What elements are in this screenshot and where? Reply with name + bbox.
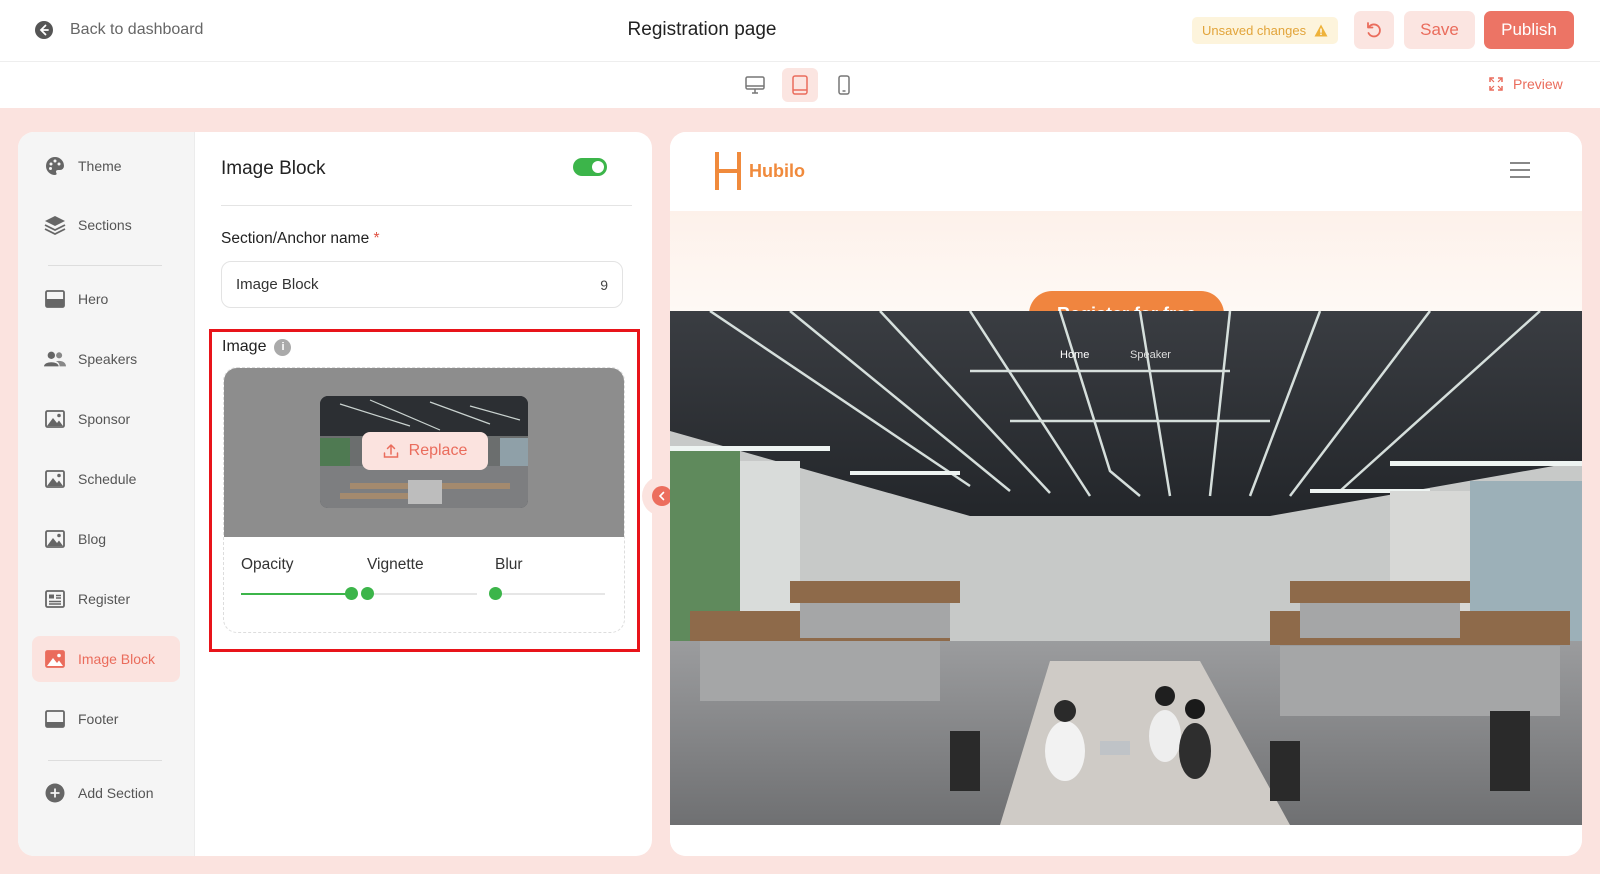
chevron-left-circle (652, 486, 672, 506)
sidebar-item-label: Blog (78, 531, 107, 547)
section-sidebar: Theme Sections Hero Speakers Sponsor Sch… (18, 132, 195, 856)
image-label-text: Image (222, 338, 267, 355)
sidebar-item-speakers[interactable]: Speakers (32, 336, 180, 382)
page-preview: Hubilo Register for free (670, 132, 1582, 856)
replace-label: Replace (408, 442, 468, 459)
sidebar-divider (48, 265, 162, 266)
image-icon (44, 408, 66, 430)
anchor-name-label: Section/Anchor name * (221, 230, 380, 248)
character-count: 9 (600, 276, 608, 293)
sidebar-item-footer[interactable]: Footer (32, 696, 180, 742)
top-bar: Back to dashboard Registration page Unsa… (0, 0, 1600, 62)
anchor-name-field[interactable]: 9 (221, 261, 623, 308)
publish-button[interactable]: Publish (1484, 11, 1574, 49)
blur-slider-track (495, 593, 605, 595)
hero-section: Register for free (670, 211, 1582, 337)
sidebar-item-label: Theme (78, 158, 122, 174)
tablet-view-button[interactable] (782, 68, 818, 102)
anchor-name-input[interactable] (236, 276, 556, 293)
required-mark: * (373, 230, 380, 247)
expand-icon (1489, 77, 1503, 91)
undo-button[interactable] (1354, 11, 1394, 49)
sidebar-item-label: Sponsor (78, 411, 131, 427)
next-section (670, 825, 1582, 856)
sidebar-item-label: Speakers (78, 351, 138, 367)
mobile-icon (838, 75, 850, 95)
info-icon[interactable]: i (274, 338, 292, 356)
preview-label: Preview (1513, 76, 1563, 92)
hubilo-logo-mark (715, 152, 741, 190)
anchor-name-label-text: Section/Anchor name (221, 230, 370, 247)
tablet-icon (792, 75, 808, 95)
image-icon (44, 468, 66, 490)
logo-text: Hubilo (749, 160, 805, 181)
warning-icon (1314, 24, 1328, 37)
section-enabled-toggle[interactable] (573, 158, 607, 176)
hamburger-menu-icon[interactable] (1510, 162, 1530, 178)
opacity-slider-fill (241, 593, 351, 595)
sidebar-item-label: Sections (78, 217, 132, 233)
desktop-icon (745, 76, 765, 94)
sidebar-item-hero[interactable]: Hero (32, 276, 180, 322)
unsaved-label: Unsaved changes (1202, 23, 1307, 38)
sidebar-item-label: Register (78, 591, 131, 607)
sidebar-item-sponsor[interactable]: Sponsor (32, 396, 180, 442)
image-icon (44, 528, 66, 550)
opacity-slider-handle[interactable] (345, 587, 358, 600)
footer-icon (44, 708, 66, 730)
palette-icon (44, 155, 66, 177)
site-header: Hubilo (670, 132, 1582, 211)
image-icon (44, 648, 66, 670)
sidebar-item-label: Footer (78, 711, 119, 727)
unsaved-changes-badge: Unsaved changes (1192, 17, 1339, 44)
editor-divider (221, 205, 632, 206)
add-section-button[interactable]: Add Section (32, 770, 180, 816)
sidebar-divider (48, 760, 162, 761)
sidebar-item-blog[interactable]: Blog (32, 516, 180, 562)
photo-nav-home[interactable]: Home (1060, 349, 1089, 361)
save-button[interactable]: Save (1404, 11, 1475, 49)
layers-icon (44, 214, 66, 236)
sidebar-item-label: Schedule (78, 471, 137, 487)
image-label: Image i (222, 338, 292, 356)
people-icon (44, 348, 66, 370)
sidebar-item-theme[interactable]: Theme (32, 143, 180, 189)
sidebar-item-label: Add Section (78, 785, 154, 801)
image-uploader: Replace Opacity Vignette Blur (223, 367, 625, 633)
blur-slider-handle[interactable] (489, 587, 502, 600)
photo-nav-speaker[interactable]: Speaker (1130, 349, 1171, 361)
upload-icon (383, 444, 398, 458)
sidebar-item-sections[interactable]: Sections (32, 202, 180, 248)
replace-image-button[interactable]: Replace (362, 432, 488, 470)
vignette-label: Vignette (367, 556, 424, 573)
block-title: Image Block (221, 158, 326, 179)
vignette-slider-handle[interactable] (361, 587, 374, 600)
hubilo-logo[interactable]: Hubilo (715, 152, 805, 190)
sidebar-item-schedule[interactable]: Schedule (32, 456, 180, 502)
vignette-slider-track (367, 593, 477, 595)
device-toolbar: Preview (0, 62, 1600, 108)
blur-label: Blur (495, 556, 523, 573)
form-icon (44, 588, 66, 610)
sidebar-item-label: Image Block (78, 651, 156, 667)
desktop-view-button[interactable] (737, 68, 773, 102)
sidebar-item-label: Hero (78, 291, 109, 307)
sidebar-item-image-block[interactable]: Image Block (32, 636, 180, 682)
chevron-left-icon (658, 491, 665, 501)
hero-icon (44, 288, 66, 310)
office-photo: Home Speaker (670, 311, 1582, 825)
undo-icon (1367, 22, 1381, 38)
plus-circle-icon (44, 782, 66, 804)
mobile-view-button[interactable] (826, 68, 862, 102)
preview-button[interactable]: Preview (1489, 76, 1563, 92)
sidebar-item-register[interactable]: Register (32, 576, 180, 622)
opacity-label: Opacity (241, 556, 294, 573)
